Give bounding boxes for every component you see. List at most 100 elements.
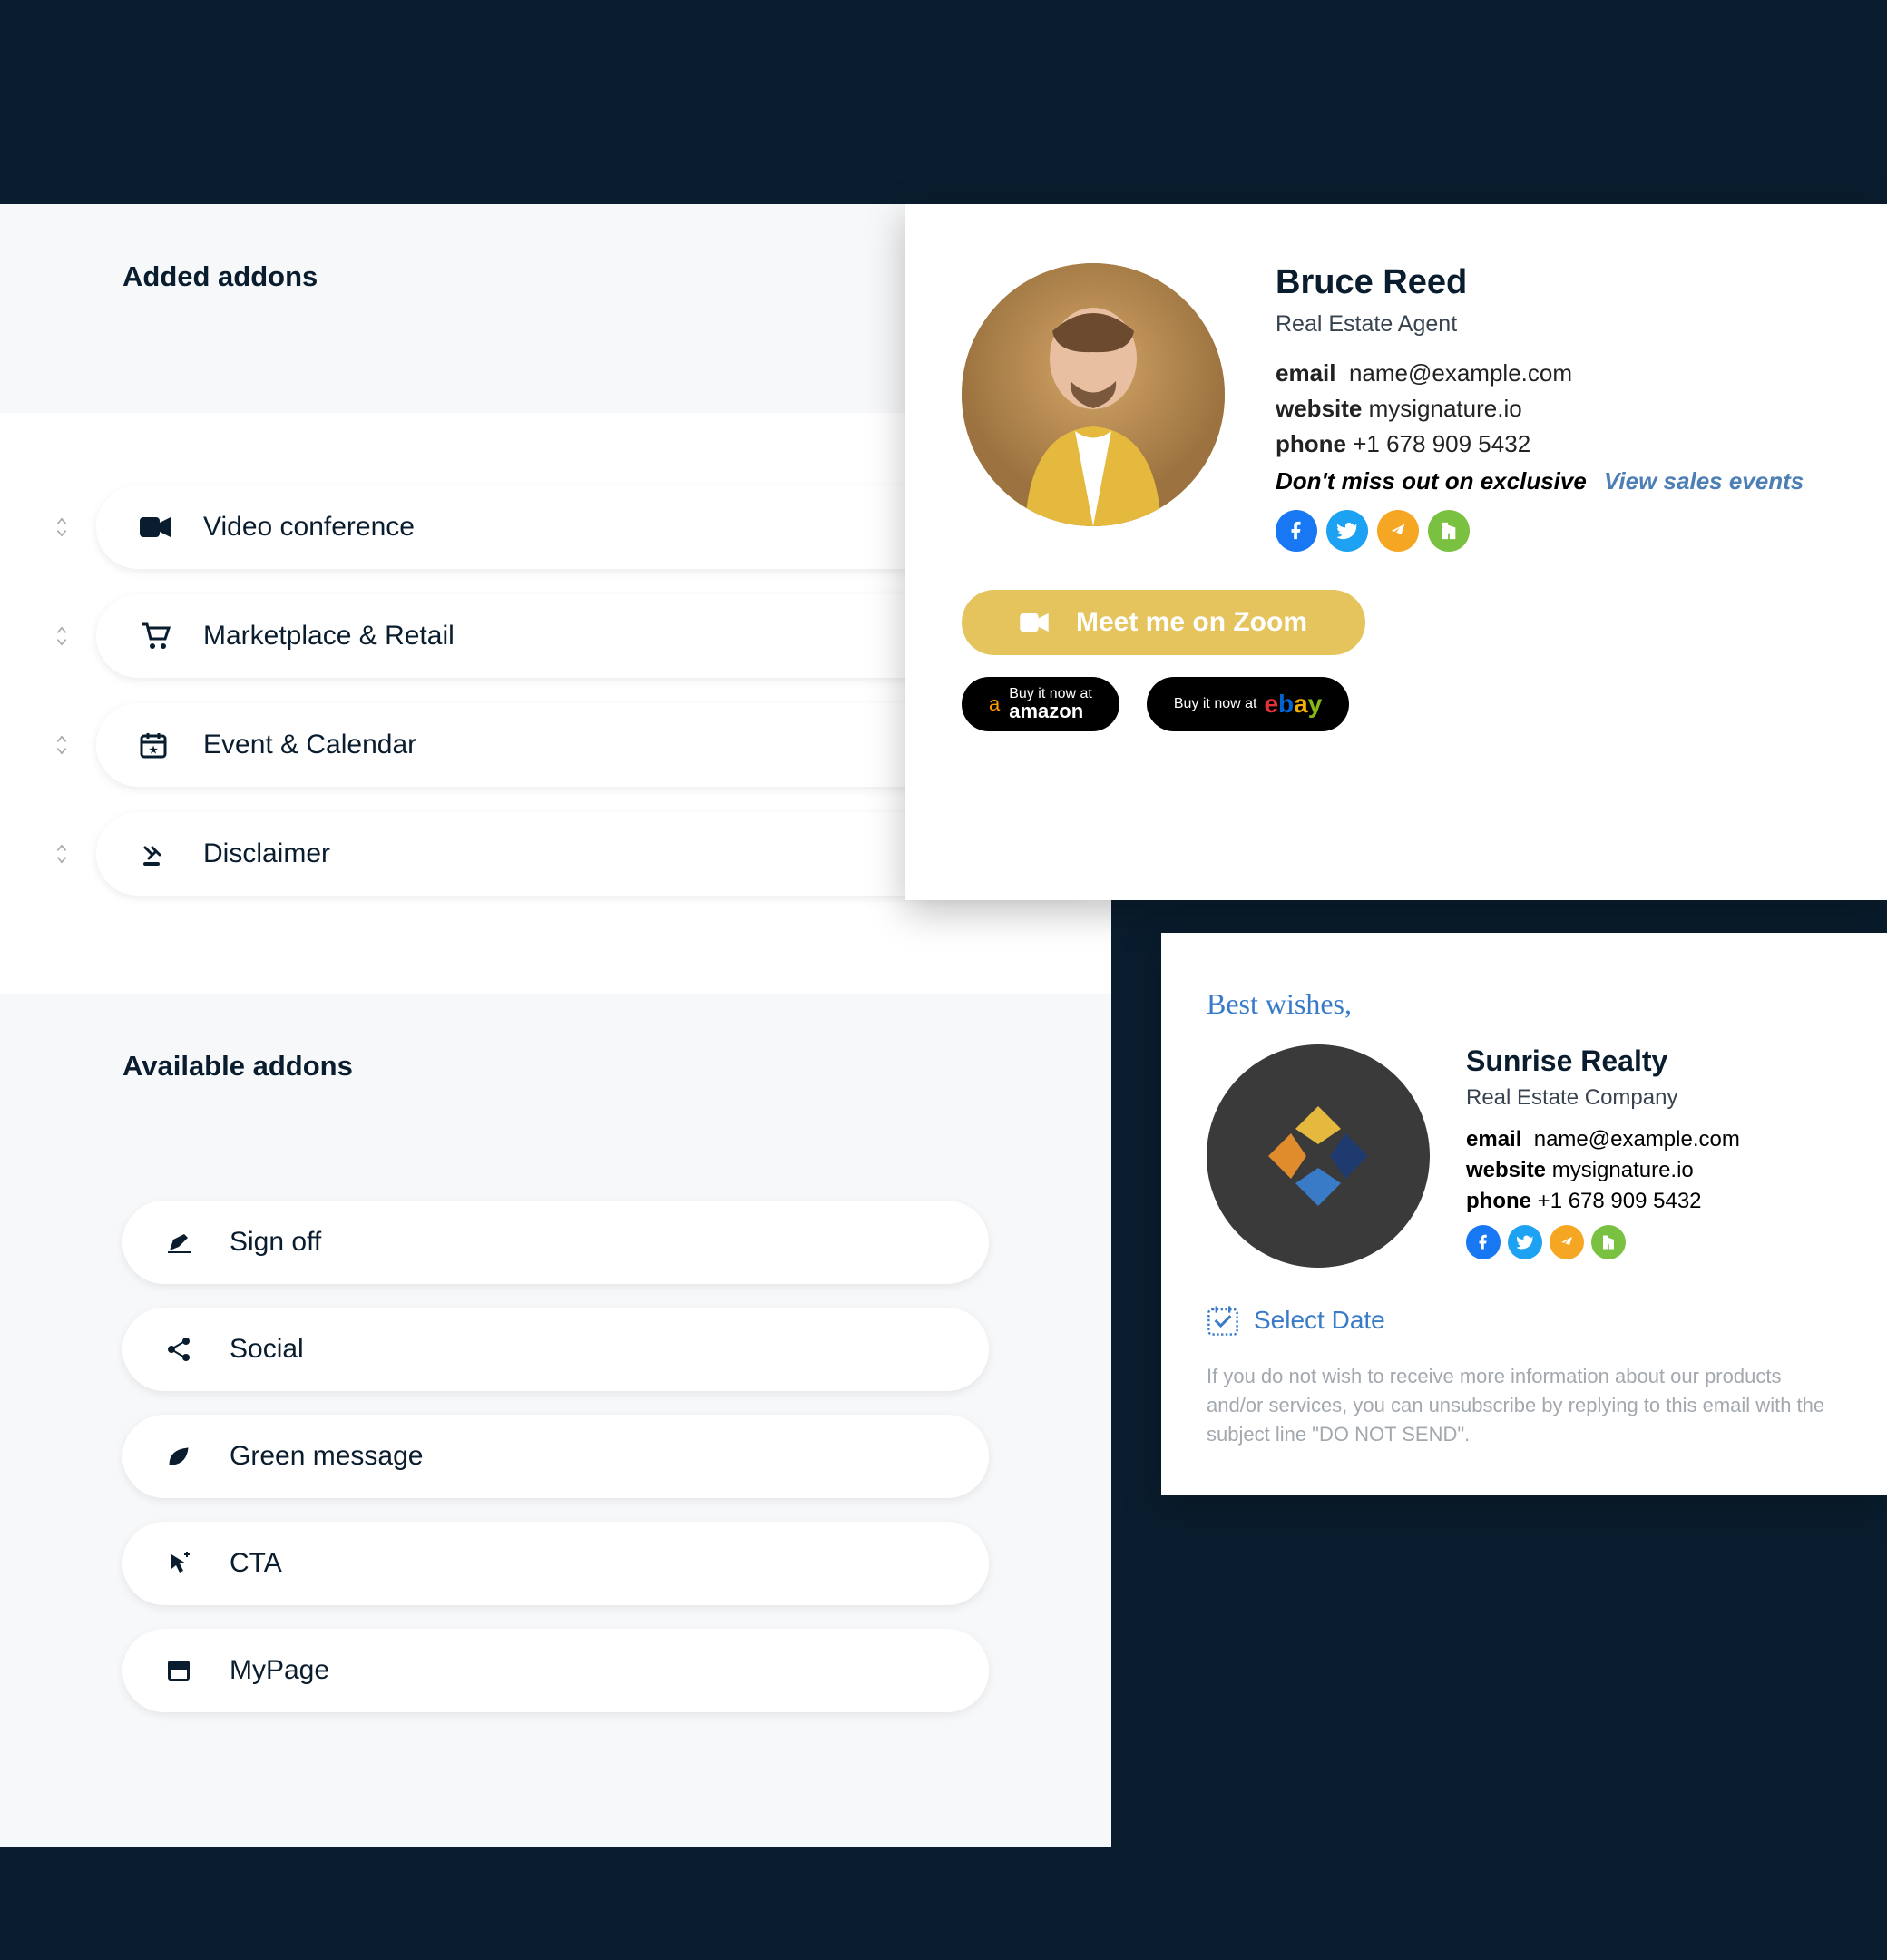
addon-label: Marketplace & Retail	[203, 621, 455, 652]
promo-line: Don't miss out on exclusive View sales e…	[1276, 467, 1842, 495]
facebook-icon[interactable]	[1276, 510, 1317, 552]
pen-icon	[166, 1230, 210, 1254]
website-value: mysignature.io	[1552, 1158, 1694, 1182]
leaf-icon	[166, 1445, 210, 1468]
email-line: email name@example.com	[1466, 1127, 1842, 1152]
contact-info: Bruce Reed Real Estate Agent email name@…	[1276, 263, 1842, 552]
houzz-icon[interactable]	[1591, 1225, 1626, 1259]
addon-label: CTA	[230, 1548, 282, 1579]
share-icon	[166, 1337, 210, 1362]
addon-label: MyPage	[230, 1655, 329, 1686]
addon-social[interactable]: Social	[122, 1308, 989, 1391]
available-section: Available addons Sign off Social	[0, 994, 1111, 1847]
phone-value: +1 678 909 5432	[1538, 1189, 1702, 1213]
company-role: Real Estate Company	[1466, 1085, 1842, 1111]
signature-preview-2: Best wishes, Sunrise Realty Real Estate …	[1161, 933, 1887, 1494]
video-icon	[1020, 612, 1049, 633]
email-value: name@example.com	[1349, 359, 1572, 387]
person-role: Real Estate Agent	[1276, 311, 1842, 338]
ebay-button[interactable]: Buy it now at ebay	[1147, 677, 1349, 731]
page-icon	[166, 1659, 210, 1682]
addon-label: Disclaimer	[203, 838, 330, 869]
addon-row: Social	[122, 1308, 989, 1391]
preview-header: Bruce Reed Real Estate Agent email name@…	[962, 263, 1842, 552]
zoom-meeting-button[interactable]: Meet me on Zoom	[962, 590, 1365, 655]
marketplace-buttons: a Buy it now at amazon Buy it now at eba…	[962, 677, 1842, 731]
sort-icon	[53, 514, 71, 540]
blogger-icon[interactable]	[1550, 1225, 1584, 1259]
phone-value: +1 678 909 5432	[1353, 430, 1530, 457]
sort-icon	[53, 841, 71, 867]
calendar-icon: ★	[140, 731, 183, 759]
social-icons	[1466, 1225, 1842, 1259]
avatar	[962, 263, 1225, 526]
preview2-header: Sunrise Realty Real Estate Company email…	[1207, 1044, 1842, 1268]
svg-text:★: ★	[149, 745, 158, 756]
website-label: website	[1466, 1158, 1546, 1182]
addon-sign-off[interactable]: Sign off	[122, 1200, 989, 1284]
website-value: mysignature.io	[1369, 395, 1522, 422]
signature-preview-1: Bruce Reed Real Estate Agent email name@…	[905, 204, 1887, 900]
phone-label: phone	[1466, 1189, 1531, 1213]
website-label: website	[1276, 395, 1362, 422]
disclaimer-text: If you do not wish to receive more infor…	[1207, 1362, 1842, 1449]
facebook-icon[interactable]	[1466, 1225, 1501, 1259]
phone-label: phone	[1276, 430, 1346, 457]
website-line: website mysignature.io	[1276, 395, 1842, 423]
addon-green-message[interactable]: Green message	[122, 1415, 989, 1498]
addon-mypage[interactable]: MyPage	[122, 1629, 989, 1712]
select-date-button[interactable]: Select Date	[1207, 1304, 1842, 1337]
phone-line: phone +1 678 909 5432	[1466, 1189, 1842, 1214]
email-label: email	[1276, 359, 1336, 387]
addon-row: Sign off	[122, 1200, 989, 1284]
sort-icon	[53, 623, 71, 649]
addon-label: Green message	[230, 1441, 423, 1472]
drag-handle[interactable]	[45, 732, 78, 758]
social-icons	[1276, 510, 1842, 552]
drag-handle[interactable]	[45, 514, 78, 540]
blogger-icon[interactable]	[1377, 510, 1419, 552]
zoom-button-label: Meet me on Zoom	[1076, 607, 1307, 638]
added-addons-title: Added addons	[122, 260, 989, 293]
houzz-icon[interactable]	[1428, 510, 1470, 552]
calendar-icon	[1207, 1304, 1239, 1337]
cursor-icon	[166, 1551, 210, 1576]
addon-row: MyPage	[122, 1629, 989, 1712]
available-addons-title: Available addons	[122, 1050, 989, 1083]
twitter-icon[interactable]	[1326, 510, 1368, 552]
company-logo	[1207, 1044, 1430, 1268]
cart-icon	[140, 622, 183, 650]
addon-label: Social	[230, 1334, 304, 1365]
select-date-label: Select Date	[1254, 1306, 1385, 1335]
ebay-small-text: Buy it now at	[1174, 697, 1257, 711]
amazon-logo-icon: a	[989, 692, 1000, 716]
company-name: Sunrise Realty	[1466, 1044, 1842, 1078]
twitter-icon[interactable]	[1508, 1225, 1542, 1259]
drag-handle[interactable]	[45, 623, 78, 649]
addon-label: Sign off	[230, 1227, 321, 1258]
addon-cta[interactable]: CTA	[122, 1522, 989, 1605]
email-value: name@example.com	[1534, 1127, 1740, 1152]
promo-link[interactable]: View sales events	[1604, 467, 1804, 495]
ebay-logo-icon: ebay	[1264, 690, 1322, 719]
sort-icon	[53, 732, 71, 758]
website-line: website mysignature.io	[1466, 1158, 1842, 1183]
sign-off-text: Best wishes,	[1207, 987, 1842, 1021]
addon-label: Video conference	[203, 512, 415, 543]
logo-graphic	[1259, 1097, 1377, 1215]
amazon-button[interactable]: a Buy it now at amazon	[962, 677, 1119, 731]
amazon-big-text: amazon	[1009, 701, 1092, 721]
company-info: Sunrise Realty Real Estate Company email…	[1466, 1044, 1842, 1268]
person-name: Bruce Reed	[1276, 263, 1842, 302]
email-label: email	[1466, 1127, 1521, 1152]
addon-row: CTA	[122, 1522, 989, 1605]
drag-handle[interactable]	[45, 841, 78, 867]
addon-row: Green message	[122, 1415, 989, 1498]
promo-text: Don't miss out on exclusive	[1276, 467, 1587, 495]
addon-label: Event & Calendar	[203, 730, 416, 760]
phone-line: phone +1 678 909 5432	[1276, 430, 1842, 458]
available-addons-list: Sign off Social Green message	[122, 1146, 989, 1790]
avatar-image	[962, 263, 1225, 526]
video-icon	[140, 515, 183, 539]
gavel-icon	[140, 840, 183, 867]
